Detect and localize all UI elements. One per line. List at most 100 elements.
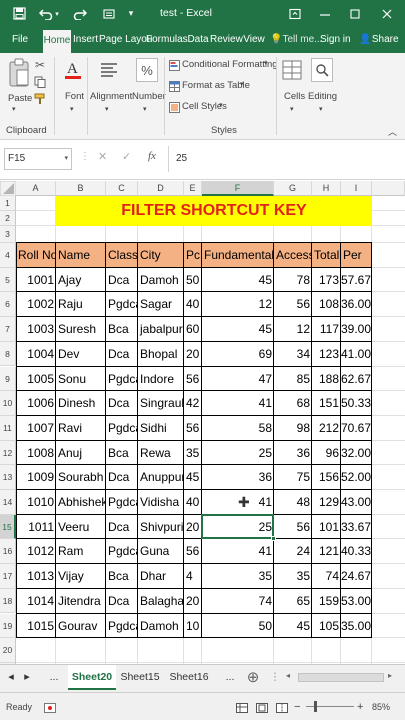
enter-icon[interactable]: ✓: [122, 150, 131, 163]
cell-d19[interactable]: Damoh: [138, 614, 184, 639]
column-header-i[interactable]: I: [341, 181, 372, 196]
cell-e8[interactable]: 20: [184, 342, 202, 367]
zoom-slider-thumb[interactable]: [314, 701, 317, 712]
customize-qat-icon[interactable]: ▾: [124, 0, 138, 27]
zoom-out-icon[interactable]: −: [294, 693, 300, 720]
paste-label[interactable]: Paste: [8, 93, 32, 104]
cell-g19[interactable]: 45: [274, 614, 312, 639]
cell-c10[interactable]: Dca: [106, 391, 138, 416]
tab-formulas[interactable]: Formulas: [146, 27, 188, 53]
cell-f7[interactable]: 45: [202, 317, 274, 342]
cell-b16[interactable]: Ram: [56, 539, 106, 564]
cell-f12[interactable]: 25: [202, 441, 274, 466]
cell-g18[interactable]: 65: [274, 589, 312, 614]
column-header-g[interactable]: G: [274, 181, 312, 196]
row-header-5[interactable]: 5: [0, 267, 16, 293]
percent-icon[interactable]: %: [136, 58, 158, 82]
macro-record-icon[interactable]: [44, 693, 56, 720]
cell-h4[interactable]: Total: [312, 243, 341, 268]
cell-h18[interactable]: 159: [312, 589, 341, 614]
cell-a13[interactable]: 1009: [16, 465, 56, 490]
tab-page-layout[interactable]: Page Layou: [99, 27, 152, 53]
hscroll-right-icon[interactable]: ▸: [388, 671, 398, 683]
alignment-icon[interactable]: [98, 59, 120, 81]
paste-dropdown-icon[interactable]: ▾: [12, 105, 16, 113]
cell-d12[interactable]: Rewa: [138, 441, 184, 466]
search-icon[interactable]: [311, 58, 333, 82]
row-header-1[interactable]: 1: [0, 196, 16, 211]
cell-d10[interactable]: Singrauli: [138, 391, 184, 416]
cell-f16[interactable]: 41: [202, 539, 274, 564]
cell-h14[interactable]: 129: [312, 490, 341, 515]
row-header-2[interactable]: 2: [0, 211, 16, 226]
cell-d16[interactable]: Guna: [138, 539, 184, 564]
row-header-3[interactable]: 3: [0, 226, 16, 243]
cell-g12[interactable]: 36: [274, 441, 312, 466]
touch-mode-icon[interactable]: [100, 0, 118, 27]
row-header-6[interactable]: 6: [0, 292, 16, 318]
cell-f10[interactable]: 41: [202, 391, 274, 416]
cell-e10[interactable]: 42: [184, 391, 202, 416]
select-all-corner[interactable]: [0, 181, 16, 196]
row-header-8[interactable]: 8: [0, 341, 16, 367]
row-header-20[interactable]: 20: [0, 638, 16, 663]
cell-f11[interactable]: 58: [202, 416, 274, 441]
row-header-18[interactable]: 18: [0, 588, 16, 614]
tab-data[interactable]: Data: [187, 27, 209, 53]
ribbon-display-options-icon[interactable]: [284, 0, 306, 27]
tab-splitter-icon[interactable]: ⋮: [268, 665, 282, 690]
cell-d5[interactable]: Damoh: [138, 268, 184, 293]
cell-a8[interactable]: 1004: [16, 342, 56, 367]
name-box[interactable]: F15 ▾: [4, 148, 72, 170]
cancel-icon[interactable]: ✕: [98, 150, 107, 163]
cell-i18[interactable]: 53.00: [341, 589, 372, 614]
cell-styles-dropdown-icon[interactable]: ▾: [219, 101, 223, 109]
cell-c12[interactable]: Bca: [106, 441, 138, 466]
cell-h7[interactable]: 117: [312, 317, 341, 342]
cell-h12[interactable]: 96: [312, 441, 341, 466]
cell-e7[interactable]: 60: [184, 317, 202, 342]
cell-f5[interactable]: 45: [202, 268, 274, 293]
cell-a16[interactable]: 1012: [16, 539, 56, 564]
cell-b13[interactable]: Sourabh: [56, 465, 106, 490]
cells-dropdown-icon[interactable]: ▾: [290, 105, 294, 113]
cell-i15[interactable]: 33.67: [341, 515, 372, 540]
cell-d4[interactable]: City: [138, 243, 184, 268]
minimize-icon[interactable]: [312, 0, 338, 27]
editing-dropdown-icon[interactable]: ▾: [319, 105, 323, 113]
cell-h10[interactable]: 151: [312, 391, 341, 416]
cell-d8[interactable]: Bhopal: [138, 342, 184, 367]
cell-h5[interactable]: 173: [312, 268, 341, 293]
insert-function-icon[interactable]: fx: [148, 150, 156, 162]
cell-e4[interactable]: Pc: [184, 243, 202, 268]
tab-review[interactable]: Review: [210, 27, 243, 53]
editing-label[interactable]: Editing: [308, 91, 337, 102]
cell-i13[interactable]: 52.00: [341, 465, 372, 490]
cell-g7[interactable]: 12: [274, 317, 312, 342]
cell-e14[interactable]: 40: [184, 490, 202, 515]
cell-d11[interactable]: Sidhi: [138, 416, 184, 441]
row-header-10[interactable]: 10: [0, 391, 16, 416]
undo-icon[interactable]: ▾: [36, 0, 62, 27]
cell-b6[interactable]: Raju: [56, 292, 106, 317]
scroll-tabs-right-icon[interactable]: ▸: [20, 665, 34, 690]
cell-a12[interactable]: 1008: [16, 441, 56, 466]
tab-view[interactable]: View: [243, 27, 265, 53]
formula-input[interactable]: 25: [176, 148, 187, 170]
format-painter-icon[interactable]: [33, 92, 47, 106]
column-header-h[interactable]: H: [312, 181, 341, 196]
cell-f6[interactable]: 12: [202, 292, 274, 317]
cell-a19[interactable]: 1015: [16, 614, 56, 639]
cell-c14[interactable]: Pgdca: [106, 490, 138, 515]
cell-styles-icon[interactable]: [168, 101, 180, 113]
maximize-icon[interactable]: [342, 0, 368, 27]
cell-g13[interactable]: 75: [274, 465, 312, 490]
cell-b10[interactable]: Dinesh: [56, 391, 106, 416]
cell-c17[interactable]: Bca: [106, 564, 138, 589]
cut-icon[interactable]: ✂: [33, 58, 47, 72]
cell-a7[interactable]: 1003: [16, 317, 56, 342]
cell-h6[interactable]: 108: [312, 292, 341, 317]
cell-b8[interactable]: Dev: [56, 342, 106, 367]
cell-e18[interactable]: 20: [184, 589, 202, 614]
cell-f19[interactable]: 50: [202, 614, 274, 639]
